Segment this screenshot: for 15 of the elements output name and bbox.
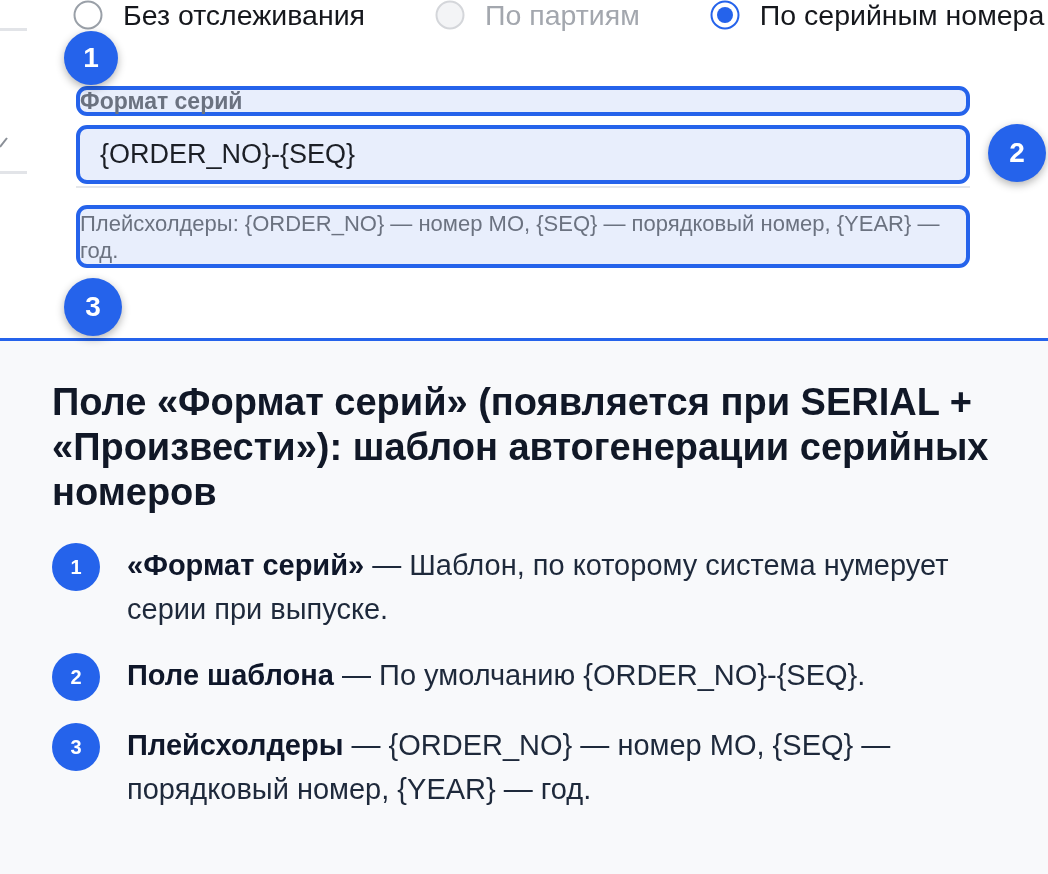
explanation-title: Поле «Формат серий» (появляется при SERIAL + «Произвести»): шаблон автогенерации серийных номеров [52,380,990,515]
explanation-text: Поле шаблона — По умолчанию {ORDER_NO}-{SEQ}. [127,658,867,693]
hint-text: Плейсхолдеры: {ORDER_NO} — номер МО, {SEQ} — порядковый номер, {YEAR} — год. [80,209,940,264]
radio-option[interactable]: Без отслеживания [73,0,366,30]
radio-option[interactable]: По серийным номера [709,0,1045,30]
explanation-text: Плейсхолдеры — {ORDER_NO} — номер МО, {SEQ} — порядковый номер, {YEAR} — год. [127,728,892,807]
number-badge: 2 [52,653,100,701]
number-badge: 1 [52,543,100,591]
callout-badge: 3 [64,278,122,336]
field-label: Формат серий [80,90,243,112]
explanation-text: «Формат серий» — Шаблон, по которому система нумерует серии при выпуске. [127,548,950,627]
number-badge: 3 [52,723,100,771]
callout-badge: 2 [988,124,1046,182]
callout-badge: 1 [64,31,118,85]
slash-icon [0,137,8,148]
